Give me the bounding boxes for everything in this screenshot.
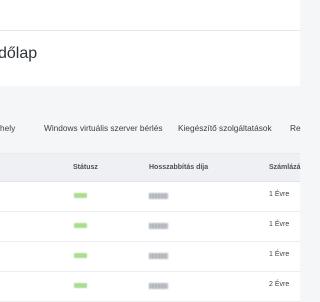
table-row[interactable]: 1 Évre — [0, 242, 300, 272]
page-title: dőlap — [0, 45, 38, 62]
tab-re[interactable]: Re — [290, 123, 301, 133]
status-badge — [74, 193, 87, 198]
status-badge — [74, 223, 87, 228]
table-header: Státusz Hosszabbítás díja Számlázá — [0, 154, 301, 182]
renewal-price-redacted — [149, 253, 168, 259]
tab-hely[interactable]: hely — [0, 123, 15, 133]
services-table: Státusz Hosszabbítás díja Számlázá 1 Évr… — [0, 153, 301, 302]
column-header-billing[interactable]: Számlázá — [269, 164, 301, 171]
billing-period: 1 Évre — [269, 221, 290, 228]
column-header-renewal-price[interactable]: Hosszabbítás díja — [149, 164, 208, 171]
top-bar — [0, 0, 300, 31]
tab-bar: hely Windows virtuális szerver bérlés Ki… — [0, 113, 301, 139]
billing-period: 1 Évre — [269, 251, 290, 258]
renewal-price-redacted — [149, 193, 168, 199]
page-header — [0, 31, 300, 86]
billing-period: 1 Évre — [269, 191, 290, 198]
renewal-price-redacted — [149, 283, 168, 289]
table-row[interactable]: 1 Évre — [0, 212, 300, 242]
status-badge — [74, 253, 87, 258]
table-row[interactable]: 2 Évre — [0, 272, 300, 302]
tab-windows-vps[interactable]: Windows virtuális szerver bérlés — [44, 123, 163, 133]
status-badge — [74, 283, 87, 288]
column-header-status[interactable]: Státusz — [73, 164, 98, 171]
table-row[interactable]: 1 Évre — [0, 182, 300, 212]
tab-addon-services[interactable]: Kiegészítő szolgáltatások — [178, 123, 272, 133]
renewal-price-redacted — [149, 223, 168, 229]
billing-period: 2 Évre — [269, 281, 290, 288]
